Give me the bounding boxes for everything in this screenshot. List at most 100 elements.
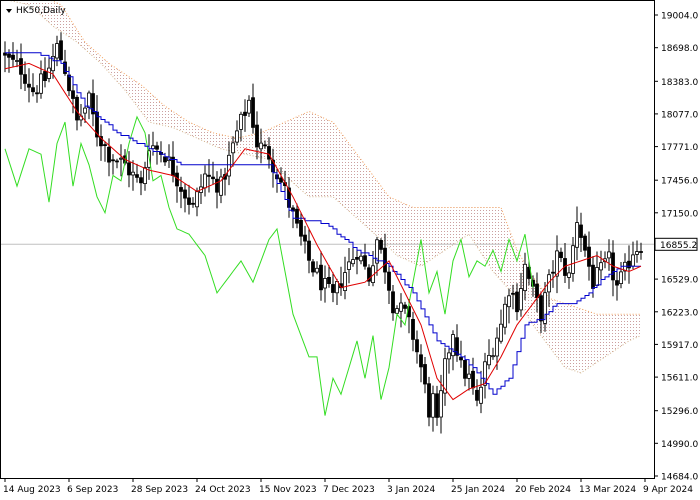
candle-body — [87, 92, 91, 108]
candle-body — [627, 260, 631, 269]
candle-body — [503, 303, 507, 328]
y-tick-label: 18077.0 — [661, 110, 698, 120]
candle-body — [567, 272, 571, 278]
candle-body — [255, 124, 259, 148]
candle-body — [423, 364, 427, 385]
candle-body — [295, 208, 299, 224]
candle-body — [19, 58, 23, 75]
candle-body — [11, 54, 15, 60]
candle-body — [467, 373, 471, 379]
candle-body — [239, 113, 243, 130]
candle-body — [571, 245, 575, 274]
candle-body — [71, 90, 75, 99]
candle-body — [475, 389, 479, 401]
candle-body — [331, 284, 335, 293]
y-tick-label: 15296.0 — [661, 407, 698, 417]
candle-body — [183, 189, 187, 199]
candle-body — [215, 178, 219, 193]
x-tick-label: 14 Aug 2023 — [3, 485, 61, 495]
candle-body — [551, 271, 555, 274]
candle-body — [311, 261, 315, 273]
candle-body — [231, 142, 235, 154]
candle-body — [391, 291, 395, 314]
candle-body — [67, 74, 71, 92]
y-tick-label: 17456.0 — [661, 177, 698, 187]
candle-body — [175, 172, 179, 187]
candle-body — [111, 159, 115, 162]
x-tick-label: 3 Jan 2024 — [387, 485, 435, 495]
candle-body — [619, 271, 623, 284]
candle-body — [143, 167, 147, 185]
x-tick-label: 7 Dec 2023 — [323, 485, 375, 495]
last-price-marker: 16855.2 — [654, 237, 698, 251]
candle-body — [115, 160, 119, 163]
candle-body — [555, 250, 559, 277]
candle-body — [419, 354, 423, 368]
candle-body — [227, 154, 231, 177]
y-tick-label: 15917.0 — [661, 341, 698, 351]
candle-body — [515, 291, 519, 313]
candle-body — [491, 355, 495, 358]
y-tick-label: 18383.0 — [661, 78, 698, 88]
y-tick-label: 15611.0 — [661, 374, 698, 384]
candle-body — [31, 87, 35, 93]
candle-body — [379, 239, 383, 250]
candle-body — [495, 337, 499, 357]
candle-body — [395, 308, 399, 314]
symbol-label: HK50,Daily — [16, 6, 66, 16]
candle-body — [583, 235, 587, 251]
candle-body — [411, 318, 415, 340]
candle-body — [207, 174, 211, 177]
candle-body — [39, 73, 43, 94]
y-tick-label: 17150.0 — [661, 209, 698, 219]
candle-body — [59, 40, 63, 61]
candle-body — [23, 74, 27, 84]
candle-body — [267, 146, 271, 160]
x-tick-label: 6 Sep 2023 — [67, 485, 118, 495]
candle-body — [343, 272, 347, 292]
candle-body — [15, 60, 19, 62]
candle-body — [427, 383, 431, 418]
candle-body — [135, 174, 139, 178]
x-tick-label: 9 Apr 2024 — [643, 485, 693, 495]
last-price-label: 16855.2 — [660, 241, 697, 251]
candle-body — [435, 393, 439, 418]
candle-body — [27, 83, 31, 88]
candle-body — [599, 262, 603, 271]
candle-body — [107, 146, 111, 163]
y-tick-label: 14684.0 — [661, 473, 698, 483]
candle-body — [191, 202, 195, 205]
y-tick-label: 14990.0 — [661, 440, 698, 450]
candle-body — [163, 156, 167, 163]
candle-body — [131, 171, 135, 176]
candle-body — [535, 283, 539, 299]
candle-body — [639, 251, 643, 253]
x-tick-label: 13 Mar 2024 — [579, 485, 636, 495]
candle-body — [179, 187, 183, 192]
candle-body — [7, 53, 11, 58]
candle-body — [431, 393, 435, 418]
candle-body — [575, 222, 579, 248]
candle-body — [103, 144, 107, 147]
candle-body — [83, 107, 87, 114]
candle-body — [195, 191, 199, 208]
candle-body — [471, 370, 475, 389]
candle-body — [315, 267, 319, 273]
candle-body — [243, 111, 247, 116]
candle-body — [187, 197, 191, 205]
candle-body — [155, 145, 159, 150]
candle-body — [355, 256, 359, 260]
candle-body — [319, 264, 323, 291]
candle-body — [263, 144, 267, 147]
candle-body — [595, 267, 599, 286]
chart-canvas[interactable]: 19004.0 18698.0 18383.0 18077.0 17771.0 17456… — [0, 0, 700, 500]
candle-body — [151, 145, 155, 150]
candle-body — [323, 277, 327, 289]
candle-body — [383, 247, 387, 273]
candle-body — [479, 386, 483, 404]
x-tick-label: 24 Oct 2023 — [195, 485, 251, 495]
candle-body — [607, 251, 611, 259]
y-tick-label: 16223.0 — [661, 308, 698, 318]
candle-body — [347, 261, 351, 270]
candle-body — [615, 280, 619, 286]
